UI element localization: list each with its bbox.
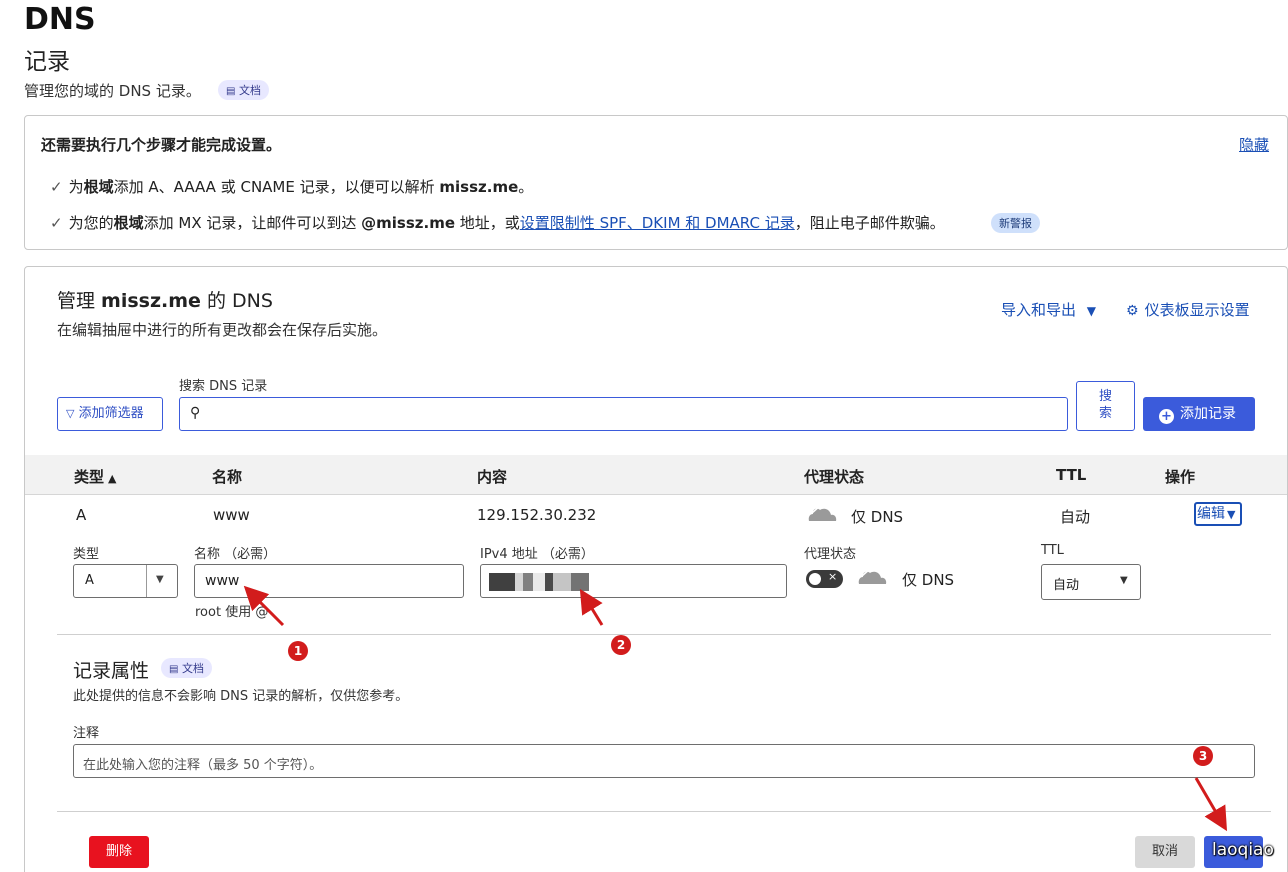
manage-subtitle: 在编辑抽屉中进行的所有更改都会在保存后实施。 (57, 321, 388, 339)
ttl-label: TTL (1041, 543, 1064, 558)
record-ttl: 自动 (1060, 508, 1091, 526)
filter-icon: ▽ (66, 407, 75, 420)
record-type: A (76, 506, 87, 524)
chevron-down-icon: ▼ (1120, 575, 1128, 586)
manage-title: 管理 missz.me 的 DNS (57, 290, 273, 312)
column-name: 名称 (212, 468, 243, 486)
new-alert-badge: 新警报 (991, 213, 1040, 233)
divider (57, 811, 1271, 812)
search-label: 搜索 DNS 记录 (179, 379, 268, 394)
column-content: 内容 (477, 468, 508, 486)
setup-heading: 还需要执行几个步骤才能完成设置。 (41, 136, 282, 154)
comment-input[interactable]: 在此处输入您的注释（最多 50 个字符）。 (73, 744, 1255, 778)
hide-link[interactable]: 隐藏 (1239, 134, 1269, 155)
name-input[interactable]: www (194, 564, 464, 598)
book-icon: ▤ (226, 86, 236, 97)
record-content: 129.152.30.232 (477, 506, 597, 524)
annotation-marker-1: 1 (288, 641, 308, 661)
setup-step-2: ✓ 为您的根域添加 MX 记录，让邮件可以到达 @missz.me 地址，或设置限… (50, 214, 945, 232)
search-input[interactable]: ⚲ (179, 397, 1068, 431)
docs-badge[interactable]: ▤ 文档 (161, 658, 212, 678)
proxy-status-value: 仅 DNS (902, 571, 955, 589)
dns-only-cloud-icon (856, 566, 888, 590)
redacted-value (489, 573, 589, 591)
watermark: laoqiao (1212, 840, 1274, 860)
column-ttl: TTL (1056, 466, 1087, 484)
check-icon: ✓ (50, 178, 63, 196)
add-filter-button[interactable]: ▽ 添加筛选器 (57, 397, 163, 431)
divider (57, 634, 1271, 635)
setup-step-1: ✓ 为根域添加 A、AAAA 或 CNAME 记录，以便可以解析 missz.me… (50, 178, 534, 196)
record-attributes-description: 此处提供的信息不会影响 DNS 记录的解析，仅供您参考。 (73, 689, 409, 704)
search-button[interactable]: 搜索 (1076, 381, 1135, 431)
type-label: 类型 (73, 547, 100, 562)
add-record-button[interactable]: + 添加记录 (1143, 397, 1255, 431)
caret-down-icon: ▼ (1086, 304, 1097, 318)
annotation-marker-3: 3 (1193, 746, 1213, 766)
comment-label: 注释 (73, 726, 100, 741)
ipv4-label: IPv4 地址 （必需） (480, 547, 594, 562)
record-attributes-title: 记录属性 (73, 660, 150, 682)
book-icon: ▤ (169, 664, 179, 675)
page-title: DNS (24, 2, 96, 37)
caret-down-icon: ▼ (1227, 508, 1236, 521)
page-description: 管理您的域的 DNS 记录。 (24, 82, 201, 100)
column-type[interactable]: 类型 ▲ (74, 466, 116, 487)
record-proxy-status: 仅 DNS (851, 508, 904, 526)
type-select[interactable]: A ▼ (73, 564, 178, 598)
edit-button[interactable]: 编辑 ▼ (1194, 502, 1242, 526)
cancel-button[interactable]: 取消 (1135, 836, 1195, 868)
import-export-button[interactable]: 导入和导出 ▼ (1001, 299, 1096, 320)
select-divider (146, 565, 147, 597)
dashboard-settings-button[interactable]: ⚙ 仪表板显示设置 (1126, 299, 1250, 320)
close-icon: × (828, 570, 838, 583)
delete-button[interactable]: 删除 (89, 836, 149, 868)
dns-only-cloud-icon (806, 503, 838, 527)
sort-asc-icon: ▲ (108, 472, 117, 485)
chevron-down-icon: ▼ (156, 574, 164, 585)
annotation-marker-2: 2 (611, 635, 631, 655)
page-subtitle: 记录 (24, 49, 70, 75)
spf-dkim-dmarc-link[interactable]: 设置限制性 SPF、DKIM 和 DMARC 记录 (520, 214, 795, 232)
docs-badge[interactable]: ▤ 文档 (218, 80, 269, 100)
ipv4-input[interactable] (480, 564, 787, 598)
name-label: 名称 （必需） (194, 547, 277, 562)
plus-circle-icon: + (1159, 409, 1174, 424)
search-icon: ⚲ (190, 405, 201, 421)
name-hint: root 使用 @ (195, 605, 269, 620)
ttl-select[interactable]: 自动 ▼ (1041, 564, 1141, 600)
column-actions: 操作 (1165, 468, 1196, 486)
gear-icon: ⚙ (1126, 303, 1139, 319)
check-icon: ✓ (50, 214, 63, 232)
column-proxy: 代理状态 (804, 468, 865, 486)
proxy-status-label: 代理状态 (804, 547, 857, 562)
proxy-toggle[interactable]: × (806, 570, 843, 588)
record-name: www (213, 506, 250, 524)
toggle-knob (809, 573, 821, 585)
